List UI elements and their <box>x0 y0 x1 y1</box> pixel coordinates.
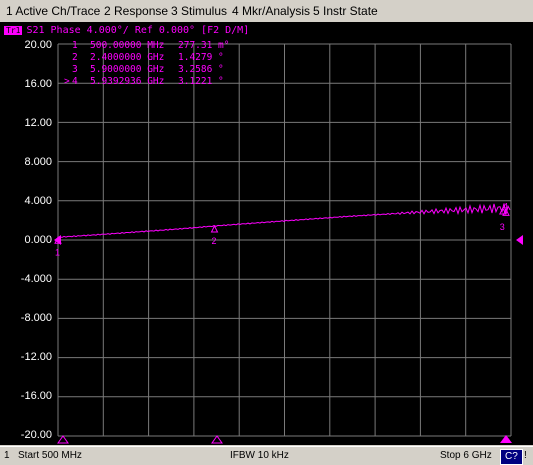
marker-2-label: 2 <box>211 236 216 246</box>
reference-level-indicator[interactable] <box>516 235 523 245</box>
active-marker-indicator: > <box>64 76 70 87</box>
marker-readout-freq: 5.9392936 GHz <box>90 76 164 87</box>
menu-response[interactable]: 2 Response <box>104 4 168 18</box>
status-start[interactable]: Start 500 MHz <box>18 449 82 463</box>
menu-mkr-analysis[interactable]: 4 Mkr/Analysis <box>232 4 310 18</box>
measurement-display[interactable]: Tr1 S21 Phase 4.000°/ Ref 0.000° [F2 D/M]… <box>0 22 533 445</box>
marker-readout-value: 3.1221 ° <box>178 76 224 87</box>
marker-readout-id: 3 <box>72 64 78 75</box>
marker-readout-freq: 5.9000000 GHz <box>90 64 164 75</box>
marker-table: 1 500.00000 MHz 277.31 m° 2 2.4000000 GH… <box>64 40 229 87</box>
menu-stimulus[interactable]: 3 Stimulus <box>171 4 227 18</box>
marker-readout-freq: 500.00000 MHz <box>90 40 164 51</box>
marker-2-arrow <box>211 435 223 444</box>
marker-1-label: 1 <box>55 247 60 257</box>
marker-readout-value: 3.2586 ° <box>178 64 224 75</box>
status-channel: 1 <box>4 450 10 461</box>
menu-instr-state[interactable]: 5 Instr State <box>313 4 378 18</box>
start-marker-arrow <box>57 435 69 444</box>
marker-readout-id: 4 <box>72 76 78 87</box>
marker-readout-id: 2 <box>72 52 78 63</box>
menu-active-ch-trace[interactable]: 1 Active Ch/Trace <box>6 4 100 18</box>
marker-readout-freq: 2.4000000 GHz <box>90 52 164 63</box>
markers: 1 2 3 4 <box>54 201 510 257</box>
status-indicator: ! <box>524 450 527 461</box>
marker-readout-id: 1 <box>72 40 78 51</box>
menu-bar: 1 Active Ch/Trace 2 Response 3 Stimulus … <box>0 0 533 23</box>
status-bar: 1 Start 500 MHz IFBW 10 kHz Stop 6 GHz C… <box>0 446 533 465</box>
status-ifbw[interactable]: IFBW 10 kHz <box>230 449 289 463</box>
marker-4-label: 4 <box>503 201 508 211</box>
marker-readout-value: 1.4279 ° <box>178 52 224 63</box>
status-stop[interactable]: Stop 6 GHz <box>440 449 492 463</box>
marker-3-label: 3 <box>500 222 505 232</box>
marker-readout-value: 277.31 m° <box>178 40 229 51</box>
grid <box>57 43 512 437</box>
plot-area[interactable]: 1 500.00000 MHz 277.31 m° 2 2.4000000 GH… <box>0 22 533 445</box>
status-calibration[interactable]: C? <box>500 449 523 465</box>
